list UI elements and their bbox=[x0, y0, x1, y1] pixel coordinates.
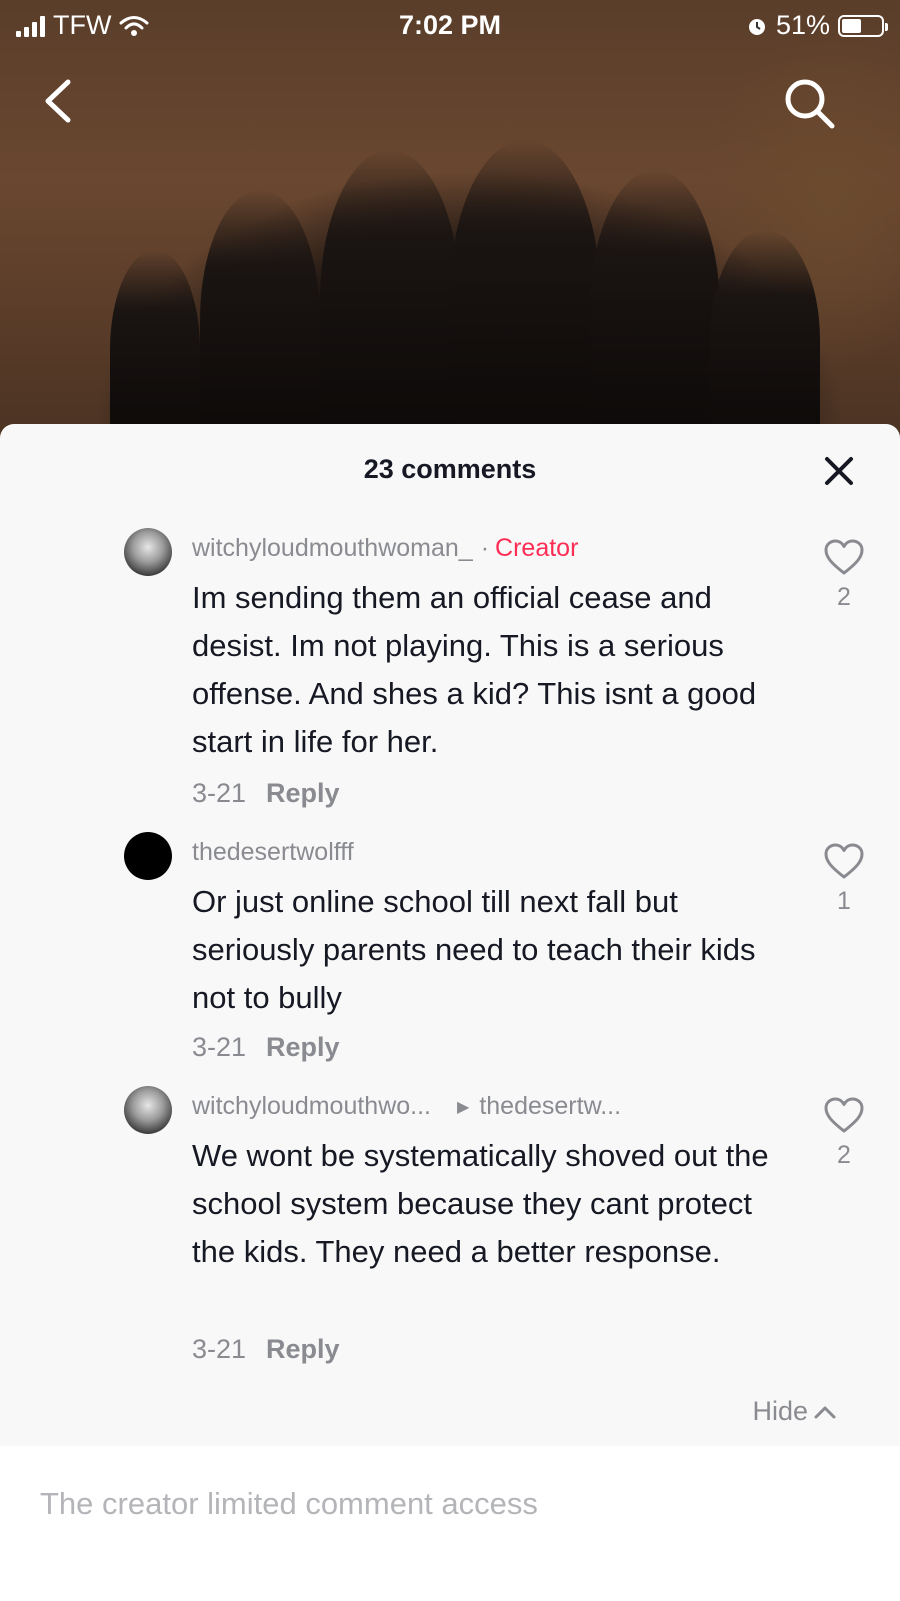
hair-shape bbox=[320, 150, 460, 450]
battery-icon bbox=[838, 14, 888, 37]
like-count: 2 bbox=[837, 583, 851, 611]
comment-text: We wont be systematically shoved out the… bbox=[192, 1138, 769, 1269]
comment-date: 3-21 bbox=[192, 1334, 247, 1364]
comment-meta: 3-21 Reply bbox=[192, 778, 340, 809]
alarm-icon bbox=[748, 18, 765, 35]
comments-count-title: 23 comments bbox=[363, 454, 537, 484]
search-icon[interactable] bbox=[782, 76, 836, 130]
heart-outline-icon[interactable] bbox=[823, 538, 865, 576]
battery-percent: 51% bbox=[775, 10, 830, 40]
creator-badge: Creator bbox=[495, 534, 579, 562]
hair-shape bbox=[590, 170, 720, 450]
comment-username[interactable]: witchyloudmouthwo... bbox=[192, 1092, 431, 1121]
reply-button[interactable]: Reply bbox=[266, 778, 340, 809]
separator-dot: · bbox=[480, 534, 490, 562]
like-count: 2 bbox=[837, 1141, 851, 1169]
comment-input-bar: The creator limited comment access bbox=[0, 1446, 900, 1601]
comment-date: 3-21 bbox=[192, 1032, 247, 1062]
comment-text: Im sending them an official cease and de… bbox=[192, 580, 757, 759]
like-button[interactable]: 1 bbox=[822, 842, 866, 916]
avatar[interactable] bbox=[124, 832, 172, 880]
avatar[interactable] bbox=[124, 1086, 172, 1134]
comment-username[interactable]: witchyloudmouthwoman_ bbox=[192, 534, 473, 563]
like-button[interactable]: 2 bbox=[822, 538, 866, 612]
hair-shape bbox=[200, 190, 320, 450]
status-bar: TFW 7:02 PM 51% bbox=[0, 0, 900, 50]
video-background[interactable] bbox=[0, 0, 900, 450]
chevron-up-icon bbox=[814, 1406, 836, 1418]
sheet-header: 23 comments bbox=[0, 424, 900, 518]
reply-button[interactable]: Reply bbox=[266, 1334, 340, 1365]
comment-date: 3-21 bbox=[192, 778, 247, 808]
heart-outline-icon[interactable] bbox=[823, 1096, 865, 1134]
comment-header: thedesertwolfff bbox=[192, 838, 354, 867]
comment-text: Or just online school till next fall but… bbox=[192, 884, 756, 1015]
comment-meta: 3-21 Reply bbox=[192, 1334, 340, 1365]
reply-button[interactable]: Reply bbox=[266, 1032, 340, 1063]
close-icon[interactable] bbox=[822, 454, 856, 488]
comment-meta: 3-21 Reply bbox=[192, 1032, 340, 1063]
heart-outline-icon[interactable] bbox=[823, 842, 865, 880]
hide-replies-button[interactable]: Hide bbox=[752, 1396, 836, 1427]
hide-label: Hide bbox=[752, 1396, 808, 1426]
chevron-left-icon[interactable] bbox=[38, 78, 78, 124]
reply-to-username[interactable]: thedesertw... bbox=[479, 1092, 621, 1121]
limited-comments-notice: The creator limited comment access bbox=[40, 1486, 538, 1521]
comment-username[interactable]: thedesertwolfff bbox=[192, 838, 354, 867]
hair-shape bbox=[710, 230, 820, 450]
like-count: 1 bbox=[837, 887, 851, 915]
status-right: 51% bbox=[746, 10, 888, 41]
hair-shape bbox=[450, 140, 600, 450]
avatar[interactable] bbox=[124, 528, 172, 576]
comment-header: witchyloudmouthwoman_ · Creator bbox=[192, 534, 578, 563]
triangle-right-icon: ▶ bbox=[457, 1098, 470, 1116]
like-button[interactable]: 2 bbox=[822, 1096, 866, 1170]
hair-shape bbox=[110, 250, 200, 450]
battery-level bbox=[842, 18, 862, 33]
comment-header: witchyloudmouthwo... ▶ thedesertw... bbox=[192, 1092, 621, 1121]
